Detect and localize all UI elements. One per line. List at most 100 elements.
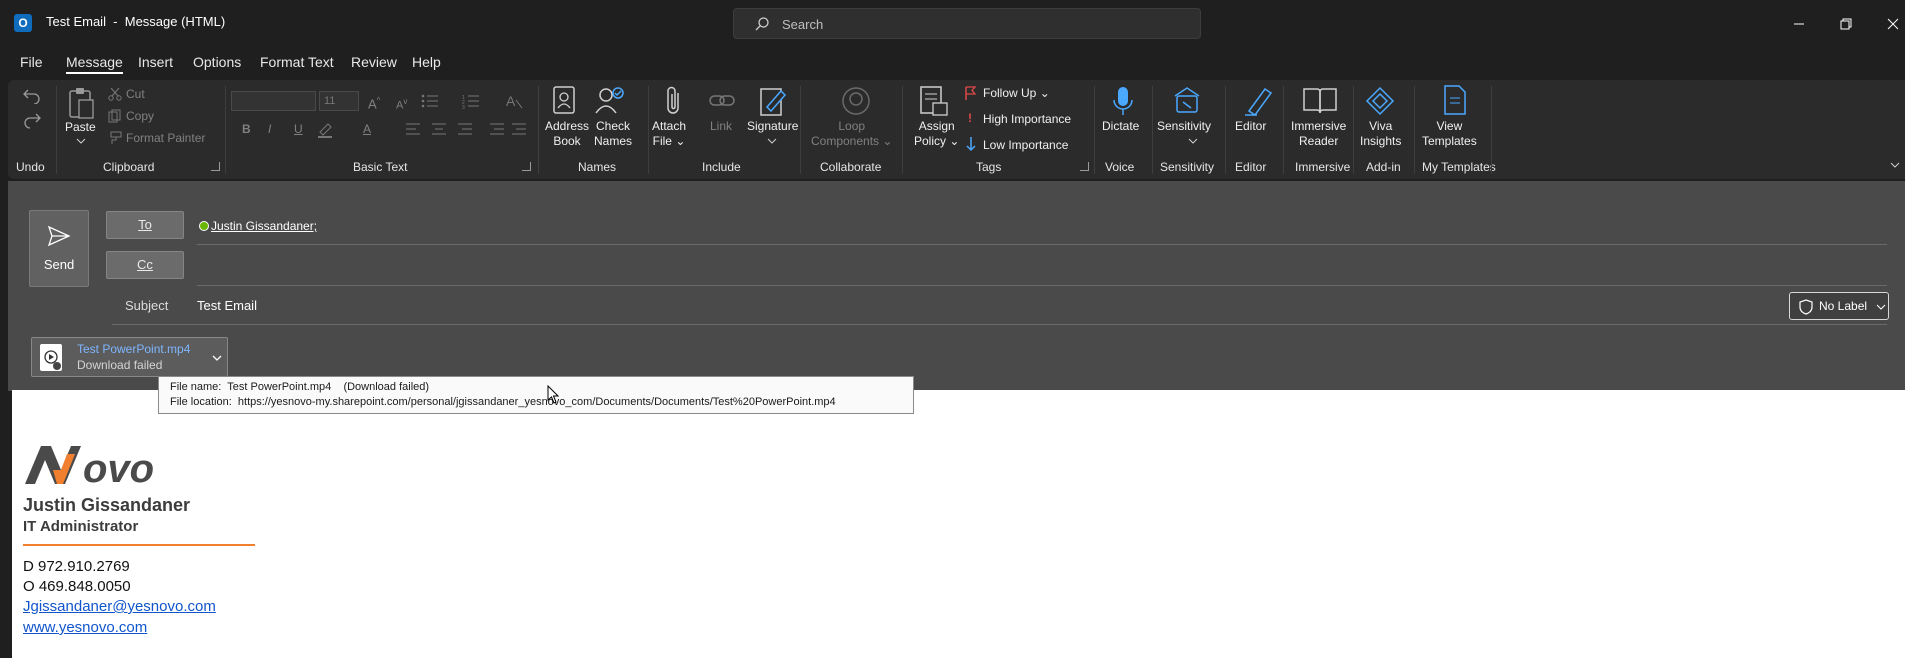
group-clipboard-label: Clipboard xyxy=(103,160,155,174)
signature-email-link[interactable]: Jgissandaner@yesnovo.com xyxy=(23,598,216,615)
video-file-icon xyxy=(40,344,62,371)
underline-button[interactable]: U xyxy=(294,122,303,137)
viva-insights-button[interactable]: Viva Insights xyxy=(1360,119,1401,149)
low-importance-button[interactable]: Low Importance xyxy=(983,138,1068,153)
search-input[interactable]: Search xyxy=(733,8,1201,39)
chevron-down-icon[interactable] xyxy=(1188,138,1198,144)
microphone-icon xyxy=(1113,87,1133,115)
sensitivity-icon xyxy=(1174,87,1200,113)
separator xyxy=(538,86,539,174)
signature-button[interactable]: Signature xyxy=(747,119,798,134)
attachment-tooltip: File name: Test PowerPoint.mp4 (Download… xyxy=(158,376,914,414)
view-templates-button[interactable]: View Templates xyxy=(1422,119,1477,149)
address-book-button[interactable]: Address Book xyxy=(545,119,589,149)
clear-formatting-icon[interactable]: A xyxy=(505,92,523,110)
close-icon[interactable] xyxy=(1881,12,1905,36)
subject-input[interactable]: Test Email xyxy=(197,298,257,313)
group-tags-label: Tags xyxy=(976,160,1002,174)
templates-icon xyxy=(1444,85,1466,115)
message-body[interactable] xyxy=(12,390,1905,658)
minimize-icon[interactable] xyxy=(1787,12,1811,36)
check-names-button[interactable]: Check Names xyxy=(594,119,632,149)
group-voice-label: Voice xyxy=(1105,160,1135,174)
send-button[interactable]: Send xyxy=(29,210,89,287)
immersive-reader-button[interactable]: Immersive Reader xyxy=(1291,119,1346,149)
group-include-label: Include xyxy=(702,160,741,174)
undo-icon[interactable] xyxy=(22,86,42,104)
paperclip-icon xyxy=(667,86,679,114)
separator xyxy=(1353,86,1354,174)
sensitivity-button[interactable]: Sensitivity xyxy=(1157,119,1211,134)
address-book-icon xyxy=(553,86,575,114)
paste-button[interactable]: Paste xyxy=(65,120,96,135)
bold-button[interactable]: B xyxy=(242,122,251,137)
basic-text-launcher-icon[interactable] xyxy=(522,162,531,171)
outlook-icon: O xyxy=(14,14,32,32)
high-importance-button[interactable]: High Importance xyxy=(983,112,1071,127)
loop-components-button[interactable]: Loop Components ⌄ xyxy=(811,119,892,149)
restore-icon[interactable] xyxy=(1834,12,1858,36)
chevron-down-icon[interactable] xyxy=(76,138,86,144)
font-size-select[interactable]: 11 xyxy=(319,91,359,111)
separator xyxy=(1152,86,1153,174)
tab-insert[interactable]: Insert xyxy=(138,54,173,70)
signature-direct-phone: D 972.910.2769 xyxy=(23,558,130,575)
shrink-font-button[interactable]: Av xyxy=(396,94,407,114)
redo-icon[interactable] xyxy=(22,112,42,130)
cut-button[interactable]: Cut xyxy=(126,87,145,102)
attachment-card[interactable]: Test PowerPoint.mp4 Download failed xyxy=(31,337,228,377)
group-templates-label: My Templates xyxy=(1422,160,1496,174)
tab-format-text[interactable]: Format Text xyxy=(260,54,334,70)
paste-icon[interactable] xyxy=(66,86,96,122)
sensitivity-label-text: No Label xyxy=(1819,299,1868,313)
cc-field[interactable] xyxy=(197,285,1887,286)
assign-policy-button[interactable]: Assign Policy ⌄ xyxy=(914,119,959,149)
send-label: Send xyxy=(43,257,75,272)
ribbon-collapse-icon[interactable] xyxy=(1890,162,1900,168)
follow-up-button[interactable]: Follow Up ⌄ xyxy=(983,86,1050,101)
window-title: Test Email - Message (HTML) xyxy=(46,14,226,29)
text-cursor-icon xyxy=(547,385,559,404)
signature-website-link[interactable]: www.yesnovo.com xyxy=(23,619,147,636)
group-immersive-label: Immersive xyxy=(1295,160,1351,174)
attachment-status: Download failed xyxy=(77,358,163,372)
check-names-icon xyxy=(595,87,624,114)
clipboard-launcher-icon[interactable] xyxy=(211,162,220,171)
tab-message[interactable]: Message xyxy=(66,54,123,74)
to-button[interactable]: To xyxy=(106,211,184,239)
copy-button[interactable]: Copy xyxy=(126,109,154,124)
attach-file-button[interactable]: Attach File ⌄ xyxy=(652,119,686,149)
separator xyxy=(1225,86,1226,174)
highlight-icon[interactable] xyxy=(316,120,334,138)
bullets-icon[interactable] xyxy=(421,93,439,109)
subject-label: Subject xyxy=(125,298,169,313)
font-family-select[interactable] xyxy=(231,91,316,111)
chevron-down-icon[interactable] xyxy=(767,138,777,144)
novo-logo: ovo xyxy=(25,446,154,488)
cc-button[interactable]: Cc xyxy=(106,251,184,279)
link-button[interactable]: Link xyxy=(710,119,732,134)
dictate-button[interactable]: Dictate xyxy=(1102,119,1139,134)
tab-help[interactable]: Help xyxy=(412,54,441,70)
alignment-icons[interactable] xyxy=(406,122,526,136)
separator xyxy=(225,86,226,174)
grow-font-button[interactable]: A^ xyxy=(368,93,380,111)
tab-review[interactable]: Review xyxy=(351,54,397,70)
link-icon xyxy=(709,95,735,106)
loop-icon xyxy=(842,87,870,115)
svg-text:ovo: ovo xyxy=(83,447,154,488)
group-addin-label: Add-in xyxy=(1366,160,1401,174)
to-recipient[interactable]: Justin Gissandaner; xyxy=(211,219,317,233)
format-painter-button[interactable]: Format Painter xyxy=(126,131,205,146)
font-color-button[interactable]: A xyxy=(363,122,371,137)
tab-file[interactable]: File xyxy=(20,54,43,70)
tab-options[interactable]: Options xyxy=(193,54,241,70)
tags-launcher-icon[interactable] xyxy=(1080,162,1089,171)
sensitivity-label-button[interactable]: No Label xyxy=(1789,292,1889,320)
italic-button[interactable]: I xyxy=(268,122,271,137)
subject-field-line xyxy=(112,324,1887,325)
numbering-icon[interactable]: 123 xyxy=(462,93,480,109)
editor-button[interactable]: Editor xyxy=(1235,119,1266,134)
chevron-down-icon[interactable] xyxy=(212,355,222,361)
signature-divider xyxy=(23,544,255,546)
